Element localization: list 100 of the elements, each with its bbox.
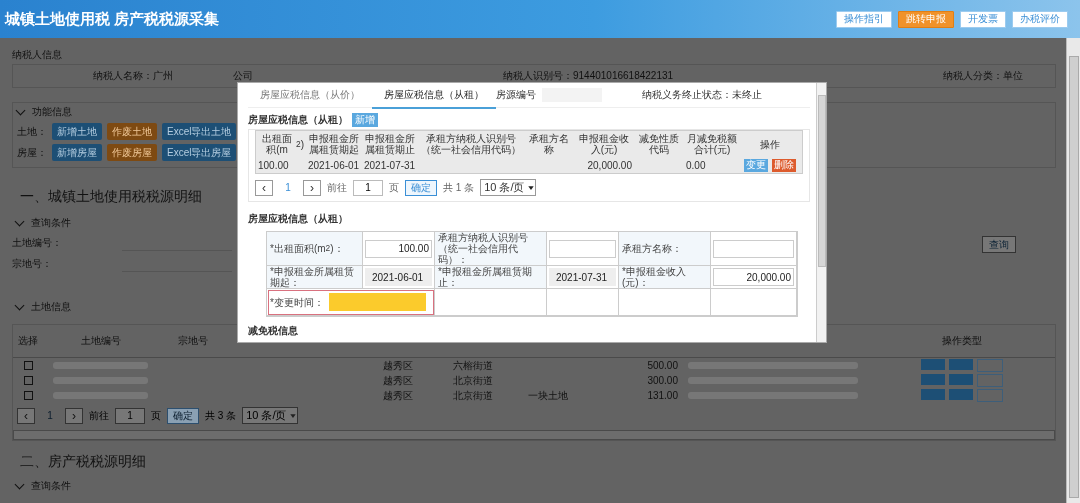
section-title: 纳税人信息 bbox=[12, 48, 62, 62]
field-label: 承租方名称： bbox=[619, 232, 711, 266]
info-text: 纳税人识别号：914401016618422131 bbox=[503, 69, 674, 83]
pager-label: 页 bbox=[389, 180, 399, 195]
page-size-select[interactable]: 10 条/页 bbox=[242, 407, 299, 424]
heading: 二、房产税税源明细 bbox=[20, 453, 146, 471]
field-label: *申报租金收入(元)： bbox=[619, 266, 711, 289]
blurred-button[interactable] bbox=[976, 359, 1003, 372]
blurred-button[interactable] bbox=[920, 389, 945, 400]
field-label: *申报租金所属租赁期起： bbox=[267, 266, 363, 289]
function-button[interactable]: 作废房屋 bbox=[107, 144, 157, 161]
section-title: 土地信息 bbox=[31, 300, 71, 314]
checkbox[interactable] bbox=[23, 361, 33, 370]
table-cell-text: 六榕街道 bbox=[453, 358, 494, 373]
function-button[interactable]: 作废土地 bbox=[107, 123, 157, 140]
column-header: 操作类型 bbox=[940, 334, 983, 348]
table-cell-text: 北京街道 bbox=[453, 388, 494, 403]
page-number[interactable]: 1 bbox=[41, 410, 59, 421]
pager-label: 前往 bbox=[89, 408, 109, 423]
header-button[interactable]: 办税评价 bbox=[1012, 10, 1068, 28]
table-cell-text: 100.00 bbox=[257, 158, 290, 173]
input-field[interactable]: 20,000.00 bbox=[713, 268, 794, 286]
page-input[interactable]: 1 bbox=[353, 179, 383, 196]
table-cell-text: 越秀区 bbox=[383, 373, 414, 388]
field-label: 房源编号 bbox=[496, 88, 536, 102]
add-button[interactable]: 新增 bbox=[352, 113, 378, 127]
column-header: 承租方名称 bbox=[528, 132, 570, 157]
header-button[interactable]: 开发票 bbox=[960, 10, 1006, 28]
app-title: 城镇土地使用税 房产税税源采集 bbox=[5, 9, 220, 29]
heading: 一、城镇土地使用税税源明细 bbox=[20, 188, 202, 206]
field-label: *变更时间： bbox=[269, 296, 325, 308]
checkbox[interactable] bbox=[23, 376, 33, 385]
scrollbar[interactable] bbox=[13, 430, 1055, 440]
table-cell-text: 131.00 bbox=[646, 390, 678, 401]
column-header: 土地编号 bbox=[79, 334, 122, 348]
info-text: 纳税人分类：单位 bbox=[943, 69, 1024, 83]
input-field: 2021-06-01 bbox=[365, 268, 432, 286]
table-cell-text: 2021-06-01 bbox=[307, 158, 361, 173]
section-title: 查询条件 bbox=[31, 216, 71, 230]
table-cell-text: 2021-07-31 bbox=[363, 158, 417, 173]
column-header: 减免性质代码 bbox=[638, 132, 680, 157]
row-label: 房屋： bbox=[17, 145, 47, 160]
pager-label: 页 bbox=[151, 408, 161, 423]
table-cell-text: 300.00 bbox=[646, 375, 678, 386]
table-cell-text: 0.00 bbox=[685, 158, 707, 173]
query-button[interactable]: 查询 bbox=[982, 236, 1016, 253]
section-title: 减免税信息 bbox=[248, 324, 298, 338]
blurred-button[interactable] bbox=[976, 374, 1003, 387]
info-text: 纳税人名称：广州 bbox=[93, 69, 173, 83]
column-header: 宗地号 bbox=[177, 334, 209, 348]
page-number[interactable]: 1 bbox=[279, 182, 297, 193]
column-header: 申报租金所属租赁期止 bbox=[364, 132, 416, 157]
field-label: 土地编号： bbox=[12, 236, 63, 250]
next-page-button[interactable]: › bbox=[303, 179, 321, 196]
blurred-button[interactable] bbox=[948, 359, 973, 370]
header-button[interactable]: 操作指引 bbox=[836, 10, 892, 28]
blurred-button[interactable] bbox=[920, 374, 945, 385]
field-label: 承租方纳税人识别号（统一社会信用代码）： bbox=[435, 232, 547, 266]
section-title: 功能信息 bbox=[32, 105, 72, 119]
function-button[interactable]: Excel导出土地 bbox=[162, 123, 237, 140]
input-field[interactable]: 100.00 bbox=[365, 239, 432, 258]
blurred-button[interactable] bbox=[920, 359, 945, 370]
row-action-button[interactable]: 删除 bbox=[772, 158, 796, 172]
table-cell-text: 北京街道 bbox=[453, 373, 494, 388]
function-button[interactable]: 新增房屋 bbox=[52, 144, 102, 161]
confirm-button[interactable]: 确定 bbox=[405, 179, 437, 196]
column-header: 申报租金收入(元) bbox=[578, 132, 630, 157]
section-title: 房屋应税信息（从租） bbox=[248, 212, 348, 226]
blurred-button[interactable] bbox=[948, 374, 973, 385]
blurred-button[interactable] bbox=[948, 389, 973, 400]
function-button[interactable]: Excel导出房屋 bbox=[162, 144, 237, 161]
column-header: 月减免税额合计(元) bbox=[686, 132, 738, 157]
function-button[interactable]: 新增土地 bbox=[52, 123, 102, 140]
previous-page-button[interactable]: ‹ bbox=[255, 179, 273, 196]
next-page-button[interactable]: › bbox=[65, 407, 83, 424]
column-header: 承租方纳税人识别号（统一社会信用代码） bbox=[420, 132, 522, 157]
previous-page-button[interactable]: ‹ bbox=[17, 407, 35, 424]
field-label: *申报租金所属租赁期止： bbox=[435, 266, 547, 289]
column-header: 操作 bbox=[759, 137, 781, 152]
row-action-button[interactable]: 变更 bbox=[744, 158, 768, 172]
field-label: 宗地号： bbox=[12, 257, 53, 271]
table-cell-text: 越秀区 bbox=[383, 358, 414, 373]
page-size-select[interactable]: 10 条/页 bbox=[480, 179, 537, 196]
total-count: 共 3 条 bbox=[205, 408, 237, 423]
scrollbar[interactable] bbox=[1066, 38, 1080, 503]
checkbox[interactable] bbox=[23, 391, 33, 400]
column-header: 申报租金所属租赁期起 bbox=[308, 132, 360, 157]
column-header: 选择 bbox=[17, 334, 39, 348]
blurred-button[interactable] bbox=[976, 389, 1003, 402]
tab[interactable]: 房屋应税信息（从价） bbox=[248, 83, 372, 109]
page-input[interactable]: 1 bbox=[115, 407, 145, 424]
info-text: 公司 bbox=[233, 69, 253, 83]
table-cell-text: 20,000.00 bbox=[586, 158, 633, 173]
tab[interactable]: 房屋应税信息（从租） bbox=[372, 83, 496, 109]
total-count: 共 1 条 bbox=[443, 180, 475, 195]
table-cell-text: 500.00 bbox=[646, 360, 678, 371]
confirm-button[interactable]: 确定 bbox=[167, 407, 199, 424]
status-text: 纳税义务终止状态：未终止 bbox=[642, 88, 762, 102]
section-title: 房屋应税信息（从租） bbox=[248, 113, 348, 127]
section-title: 查询条件 bbox=[31, 479, 71, 493]
